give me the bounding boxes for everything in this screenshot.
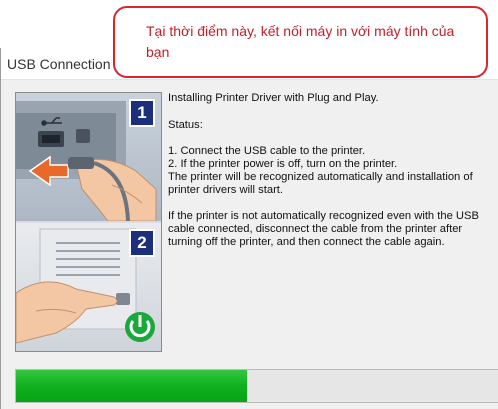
progress-fill (16, 370, 248, 402)
step-1-panel: 1 (16, 93, 161, 221)
window-title: USB Connection (7, 56, 111, 72)
install-progress-bar (15, 369, 498, 403)
power-icon (125, 312, 155, 342)
step-2-badge: 2 (129, 229, 155, 257)
troubleshoot-text: If the printer is not automatically reco… (168, 210, 479, 248)
callout-text: Tại thời điểm này, kết nối máy in với má… (146, 23, 455, 60)
recognition-text: The printer will be recognized automatic… (168, 171, 473, 196)
annotation-callout: Tại thời điểm này, kết nối máy in với má… (113, 6, 488, 78)
status-label: Status: (168, 119, 203, 131)
instructions-heading: Installing Printer Driver with Plug and … (168, 92, 379, 104)
step-2-text: 2. If the printer power is off, turn on … (168, 158, 398, 170)
usb-connection-dialog: USB Connection 1 2 Installing Printer Dr… (0, 48, 498, 409)
step-1-text: 1. Connect the USB cable to the printer. (168, 145, 366, 157)
instruction-illustration: 1 2 (15, 92, 162, 352)
instructions-text: Installing Printer Driver with Plug and … (168, 92, 498, 249)
step-2-panel: 2 (16, 223, 161, 351)
step-1-badge: 1 (129, 99, 155, 127)
